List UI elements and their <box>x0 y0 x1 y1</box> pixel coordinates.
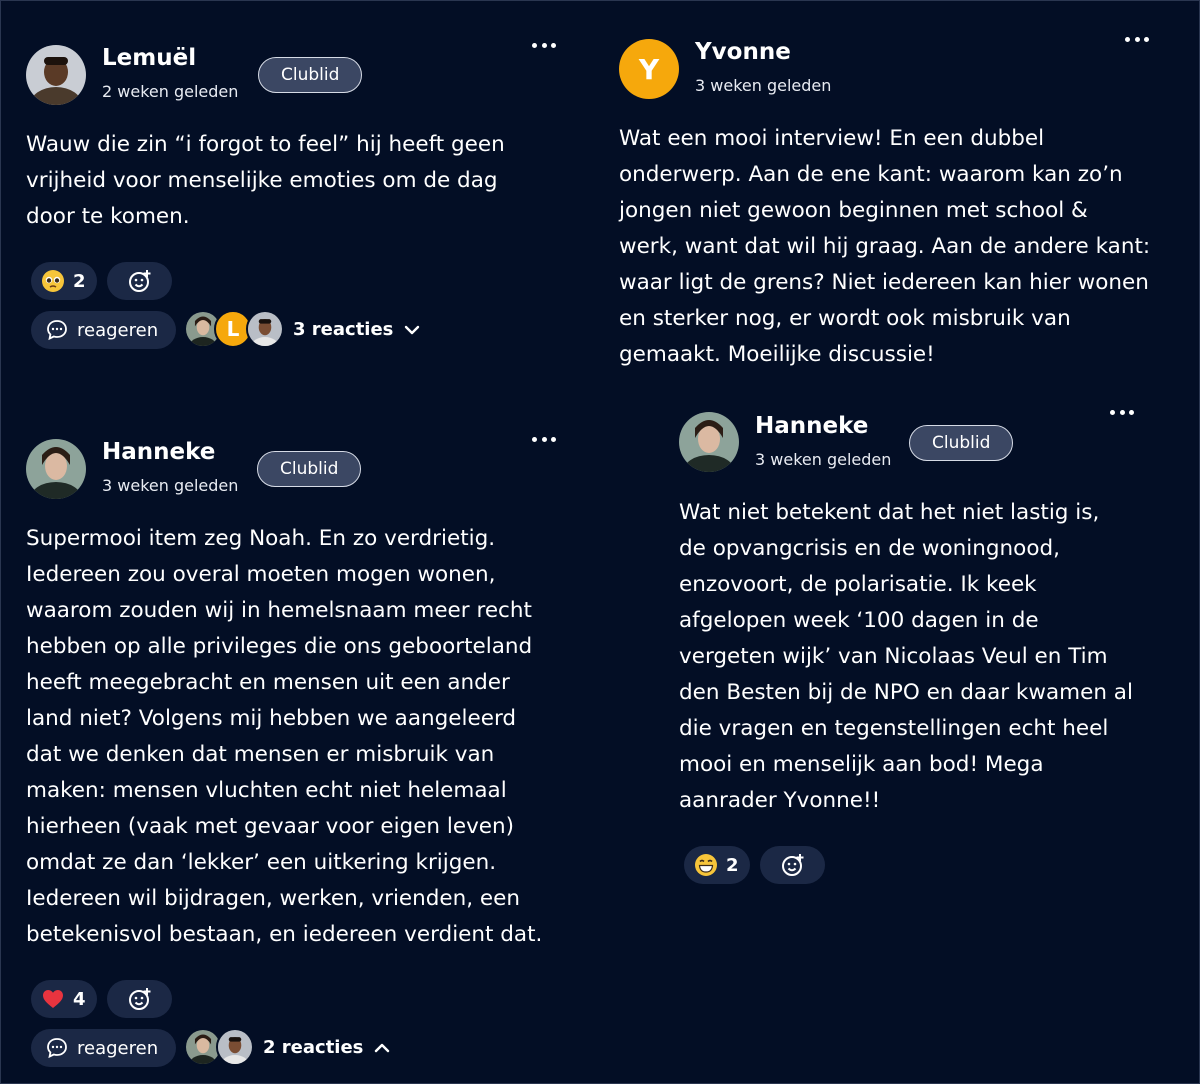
chevron-up-icon <box>375 1043 390 1052</box>
reaction-pill[interactable]: 2 <box>31 262 97 300</box>
more-options-icon[interactable] <box>1125 35 1149 43</box>
add-reaction-button[interactable] <box>107 262 172 300</box>
reaction-count: 2 <box>73 270 86 292</box>
avatar-hanneke[interactable] <box>26 439 86 499</box>
reply-avatar <box>246 310 284 348</box>
more-options-icon[interactable] <box>532 41 556 49</box>
member-badge: Clublid <box>909 425 1014 461</box>
comment-timestamp: 2 weken geleden <box>102 82 239 101</box>
avatar-lemuel[interactable] <box>26 45 86 105</box>
reaction-pill[interactable]: 2 <box>684 846 750 884</box>
author-name[interactable]: Yvonne <box>695 39 791 65</box>
comment-timestamp: 3 weken geleden <box>102 476 239 495</box>
member-badge: Clublid <box>257 451 362 487</box>
comment-timestamp: 3 weken geleden <box>695 76 832 95</box>
replies-toggle[interactable]: 2 reacties <box>263 1037 391 1058</box>
comment-body: Wat niet betekent dat het niet lastig is… <box>679 500 1133 813</box>
reaction-count: 2 <box>726 854 739 876</box>
author-name[interactable]: Hanneke <box>755 413 868 439</box>
grinning-face-icon <box>695 854 717 876</box>
red-heart-icon <box>43 990 63 1008</box>
reply-label: reageren <box>77 319 159 341</box>
add-emoji-icon <box>128 988 150 1010</box>
add-emoji-icon <box>781 854 803 876</box>
chat-bubble-icon <box>47 320 67 341</box>
avatar-yvonne[interactable]: Y <box>619 39 679 99</box>
reaction-count: 4 <box>73 988 86 1010</box>
avatar-hanneke[interactable] <box>679 412 739 472</box>
reply-button[interactable]: reageren <box>31 311 177 349</box>
replies-toggle[interactable]: 3 reacties <box>293 319 421 340</box>
replies-count-label: 3 reacties <box>293 319 394 340</box>
more-options-icon[interactable] <box>1110 408 1134 416</box>
add-reaction-button[interactable] <box>107 980 172 1018</box>
comment-body: Wauw die zin “i forgot to feel” hij heef… <box>26 132 505 229</box>
comment-body: Supermooi item zeg Noah. En zo verdrieti… <box>26 526 543 947</box>
reaction-pill[interactable]: 4 <box>31 980 97 1018</box>
comment-body: Wat een mooi interview! En een dubbel on… <box>619 126 1151 367</box>
replies-count-label: 2 reacties <box>263 1037 364 1058</box>
pleading-face-icon <box>42 270 64 292</box>
author-name[interactable]: Hanneke <box>102 439 215 465</box>
reply-avatar <box>216 1028 254 1066</box>
comments-panel: Lemuël 2 weken geleden Clublid Wauw die … <box>0 0 1200 1084</box>
member-badge: Clublid <box>258 57 363 93</box>
reply-button[interactable]: reageren <box>31 1029 177 1067</box>
more-options-icon[interactable] <box>532 435 556 443</box>
reply-label: reageren <box>77 1037 159 1059</box>
chat-bubble-icon <box>47 1038 67 1059</box>
chevron-down-icon <box>405 325 420 334</box>
comment-timestamp: 3 weken geleden <box>755 450 892 469</box>
add-emoji-icon <box>128 270 150 292</box>
author-name[interactable]: Lemuël <box>102 45 196 71</box>
add-reaction-button[interactable] <box>760 846 825 884</box>
